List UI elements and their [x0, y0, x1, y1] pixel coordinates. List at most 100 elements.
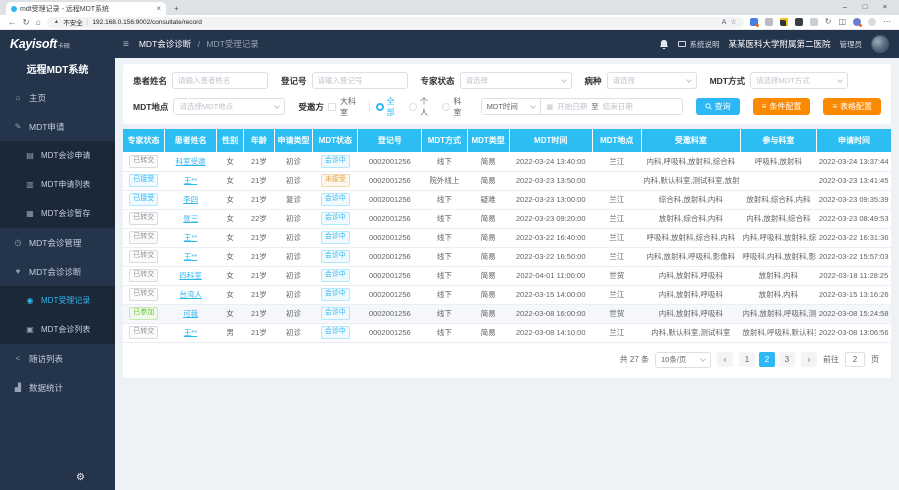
extension-icon-5[interactable] — [810, 18, 818, 26]
url-field[interactable]: ▲ 不安全 | 192.168.0.156:9002/consultate/re… — [47, 17, 744, 28]
patient-name-link[interactable]: 可我 — [183, 309, 198, 318]
sidebar-item[interactable]: ▣ MDT会诊列表 — [0, 315, 115, 344]
window-close-button[interactable]: × — [875, 0, 895, 15]
table-header-cell[interactable]: 参与科室 — [740, 129, 816, 152]
mdt-status-badge: 会诊中 — [321, 288, 350, 301]
table-header-cell[interactable]: 专家状态 — [123, 129, 164, 152]
extension-icon-3[interactable] — [780, 18, 788, 26]
goto-page-input[interactable] — [845, 352, 865, 367]
sidebar-item[interactable]: ▥ MDT申请列表 — [0, 170, 115, 199]
gender-cell: 女 — [217, 304, 244, 323]
extension-icon-2[interactable] — [765, 18, 773, 26]
patient-name-link[interactable]: 王** — [184, 233, 197, 242]
settings-gear-icon[interactable]: ⚙ — [76, 472, 85, 483]
refresh-icon[interactable]: ↻ — [23, 18, 30, 27]
patient-name-link[interactable]: 王** — [184, 252, 197, 261]
invitee-radio[interactable]: 个人 — [409, 96, 434, 118]
read-aloud-icon[interactable]: A — [722, 19, 727, 26]
page-number-button[interactable]: 3 — [779, 352, 795, 367]
table-header-cell[interactable]: 受邀科室 — [641, 129, 740, 152]
table-header-cell[interactable]: MDT地点 — [592, 129, 641, 152]
next-page-button[interactable]: › — [801, 352, 817, 367]
time-type-select[interactable]: MDT时间 — [481, 98, 541, 115]
table-header-cell[interactable]: 申请类型 — [274, 129, 312, 152]
sync-icon[interactable]: ↻ — [825, 18, 832, 26]
table-header-cell[interactable]: MDT类型 — [467, 129, 509, 152]
table-config-button[interactable]: ≡ 表格配置 — [823, 98, 881, 115]
age-cell: 21岁 — [244, 285, 275, 304]
page-number-button[interactable]: 2 — [759, 352, 775, 367]
patient-name-link[interactable]: 科室受邀 — [176, 157, 206, 166]
patient-name-link[interactable]: 台湾人 — [179, 290, 202, 299]
extension-icon-4[interactable] — [795, 18, 803, 26]
sidebar-item[interactable]: ◉ MDT受理记录 — [0, 286, 115, 315]
mdt-place-select[interactable]: 请选择MDT地点 — [173, 98, 285, 115]
table-header-cell[interactable]: MDT时间 — [509, 129, 592, 152]
patient-name-link[interactable]: 王** — [184, 176, 197, 185]
table-header-cell[interactable]: 申请时间 — [816, 129, 891, 152]
invitee-radio[interactable]: 全部 — [376, 96, 401, 118]
mdt-place-cell: 兰江 — [592, 228, 641, 247]
profile-avatar-icon[interactable] — [868, 18, 876, 26]
tab-close-icon[interactable]: × — [156, 5, 161, 13]
search-button[interactable]: 查询 — [696, 98, 740, 115]
split-screen-icon[interactable]: ◫ — [838, 18, 846, 26]
expert-status-select[interactable]: 请选择 — [460, 72, 572, 89]
extension-icon-1[interactable] — [750, 18, 758, 26]
mdt-mode-select[interactable]: 请选择MDT方式 — [750, 72, 848, 89]
expert-status-badge: 已接受 — [129, 193, 158, 206]
page-size-select[interactable]: 10条/页 — [655, 352, 711, 368]
condition-config-button[interactable]: ≡ 条件配置 — [753, 98, 811, 115]
back-icon[interactable]: ← — [8, 18, 17, 27]
system-help-link[interactable]: 系统说明 — [678, 39, 719, 50]
sidebar-item[interactable]: ♥ MDT会诊诊断 — [0, 257, 115, 286]
sidebar-item[interactable]: ▟ 数据统计 — [0, 373, 115, 402]
gender-cell: 女 — [217, 190, 244, 209]
invitee-radio[interactable]: 科室 — [442, 96, 467, 118]
patient-name-link[interactable]: 四科室 — [179, 271, 202, 280]
apply-type-cell: 初诊 — [274, 228, 312, 247]
sidebar-item[interactable]: ◷ MDT会诊管理 — [0, 228, 115, 257]
window-minimize-button[interactable]: – — [835, 0, 855, 15]
sidebar-item[interactable]: ⌂ 主页 — [0, 83, 115, 112]
table-header-cell[interactable]: 登记号 — [358, 129, 422, 152]
notification-bell-icon[interactable] — [659, 39, 669, 50]
joined-depts-cell: 呼吸科,内科,放射科,影像科 — [740, 247, 816, 266]
sidebar-collapse-icon[interactable]: ≡ — [123, 39, 129, 50]
date-range-picker[interactable]: ▦ 开始日期 至 结束日期 — [541, 98, 683, 115]
user-avatar[interactable] — [871, 35, 889, 53]
browser-tab[interactable]: mdt受理记录 - 远程MDT系统 × — [6, 2, 166, 15]
table-header-cell[interactable]: MDT方式 — [422, 129, 467, 152]
mdt-mode-label: MDT方式 — [710, 75, 745, 87]
new-tab-button[interactable]: + — [174, 5, 179, 15]
mdt-mode-cell: 线下 — [422, 304, 467, 323]
sidebar-item[interactable]: ✎ MDT申请 — [0, 112, 115, 141]
register-no-input[interactable] — [312, 72, 408, 89]
table-header-cell[interactable]: MDT状态 — [313, 129, 358, 152]
home-icon[interactable]: ⌂ — [36, 18, 41, 27]
table-header-cell[interactable]: 患者姓名 — [164, 129, 216, 152]
patient-name-link[interactable]: 张三 — [183, 214, 198, 223]
patient-name-link[interactable]: 李四 — [183, 195, 198, 204]
sidebar-item[interactable]: ▦ MDT会诊暂存 — [0, 199, 115, 228]
table-header-cell[interactable]: 年龄 — [244, 129, 275, 152]
patient-name-input[interactable] — [172, 72, 268, 89]
disease-select[interactable]: 请选择 — [607, 72, 697, 89]
expert-status-badge: 已转交 — [129, 212, 158, 225]
window-maximize-button[interactable]: □ — [855, 0, 875, 15]
joined-depts-cell: 内科,放射科,综合科 — [740, 209, 816, 228]
more-menu-icon[interactable]: ⋯ — [883, 18, 891, 26]
sidebar-item[interactable]: < 随访列表 — [0, 344, 115, 373]
sidebar-item-label: MDT会诊列表 — [41, 324, 90, 335]
patient-name-link[interactable]: 王** — [184, 328, 197, 337]
table-header-cell[interactable]: 性别 — [217, 129, 244, 152]
big-dept-checkbox[interactable] — [328, 103, 336, 111]
favorite-star-icon[interactable]: ☆ — [730, 18, 736, 26]
breadcrumb-parent[interactable]: MDT会诊诊断 — [139, 39, 191, 49]
browser-essentials-icon[interactable] — [853, 18, 861, 26]
breadcrumb-separator: / — [198, 39, 200, 49]
prev-page-button[interactable]: ‹ — [717, 352, 733, 367]
mdt-time-cell: 2022-03-15 14:00:00 — [509, 285, 592, 304]
sidebar-item[interactable]: ▤ MDT会诊申请 — [0, 141, 115, 170]
page-number-button[interactable]: 1 — [739, 352, 755, 367]
